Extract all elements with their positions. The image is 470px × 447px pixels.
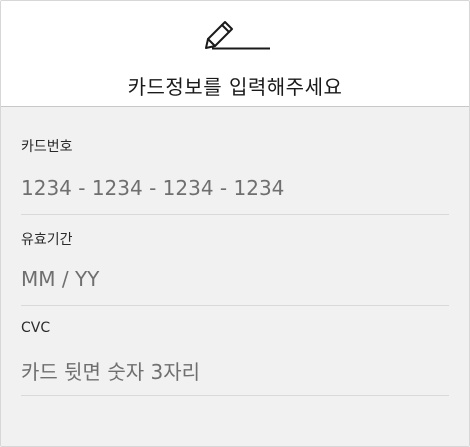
expiry-field[interactable]: 유효기간 MM / YY [21,229,449,306]
pencil-icon [205,21,270,50]
dialog-title: 카드정보를 입력해주세요 [127,75,343,99]
dialog-header: 카드정보를 입력해주세요 [1,1,469,107]
expiry-input[interactable]: MM / YY [21,267,99,291]
cvc-label: CVC [21,320,51,336]
card-form: 카드번호 1234 - 1234 - 1234 - 1234 유효기간 MM /… [1,108,469,446]
card-number-input[interactable]: 1234 - 1234 - 1234 - 1234 [21,176,284,200]
cvc-field[interactable]: CVC 카드 뒷면 숫자 3자리 [21,320,449,396]
card-info-dialog: 카드정보를 입력해주세요 카드번호 1234 - 1234 - 1234 - 1… [0,0,470,447]
card-number-label: 카드번호 [21,139,73,155]
expiry-label: 유효기간 [21,232,73,248]
cvc-input[interactable]: 카드 뒷면 숫자 3자리 [21,356,200,385]
card-number-field[interactable]: 카드번호 1234 - 1234 - 1234 - 1234 [21,136,449,215]
